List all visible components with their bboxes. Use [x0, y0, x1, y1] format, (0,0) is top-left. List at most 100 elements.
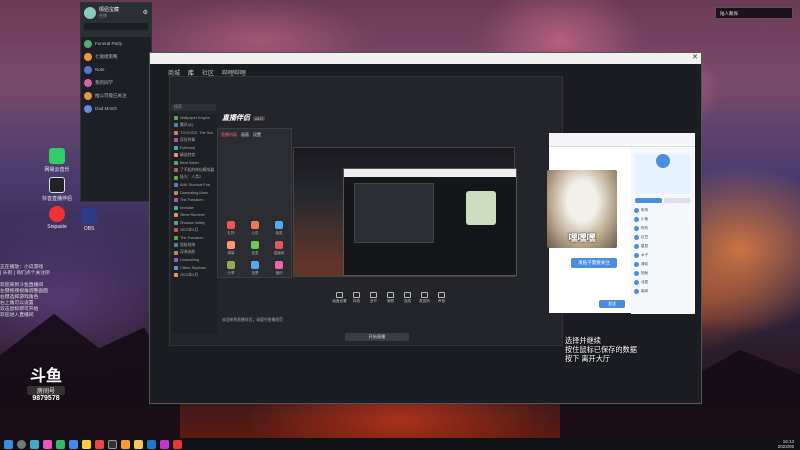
list-item[interactable]: 深海迷航: [172, 249, 217, 257]
tool-button[interactable]: 投票: [246, 261, 264, 279]
tool-button[interactable]: 直播间: [270, 241, 288, 259]
list-item[interactable]: 阿布: [631, 224, 695, 233]
game-icon: [174, 160, 178, 165]
list-item[interactable]: AIM: Survival Fort: [172, 182, 217, 190]
list-item[interactable]: 红豆: [631, 233, 695, 242]
list-item[interactable]: 木子: [631, 251, 695, 260]
list-item[interactable]: Invisible: [172, 204, 217, 212]
list-item[interactable]: 知秋: [631, 269, 695, 278]
desktop-icon-snipaste[interactable]: Snipaste: [40, 206, 74, 230]
list-item-label: AIM: Survival Fort: [180, 183, 211, 188]
tool-label: 直播间: [273, 251, 285, 255]
control-button[interactable]: 美颜: [382, 292, 399, 304]
list-item[interactable]: 推公可能已关注: [81, 89, 151, 102]
list-item-label: 星辰: [641, 244, 649, 248]
overlay-line: 按下 离开大厅: [565, 354, 611, 363]
list-item[interactable]: 腾讯QQ: [172, 122, 217, 130]
tab-live-content[interactable]: 直播内容: [221, 132, 237, 138]
list-item[interactable]: TCHOICE: The Sco: [172, 129, 217, 137]
tool-button[interactable]: 抽奖: [270, 221, 288, 239]
control-button[interactable]: 声音: [433, 292, 450, 304]
taskbar-app-icon[interactable]: [95, 439, 104, 449]
qq-search[interactable]: [84, 23, 148, 30]
taskbar-app-icon[interactable]: [30, 439, 39, 449]
tool-button[interactable]: 公告: [246, 221, 264, 239]
window-titlebar[interactable]: ✕: [150, 53, 701, 64]
taskbar-app-icon[interactable]: [82, 439, 91, 449]
list-item[interactable]: Unravelling: [172, 257, 217, 265]
taskbar-app-icon[interactable]: [147, 439, 156, 449]
list-item[interactable]: 2023年5月: [172, 227, 217, 235]
list-item[interactable]: 北辰: [631, 278, 695, 287]
taskbar-app-icon[interactable]: [43, 439, 52, 449]
taskbar-clock[interactable]: 16:13 2023/05: [778, 439, 794, 449]
tab-settings[interactable]: 设置: [253, 132, 261, 138]
control-button[interactable]: 特效: [348, 292, 365, 304]
close-icon[interactable]: ✕: [692, 53, 701, 61]
list-item[interactable]: 听风: [631, 206, 695, 215]
tool-button[interactable]: 连麦: [246, 241, 264, 259]
taskbar-app-icon[interactable]: [69, 439, 78, 449]
list-item[interactable]: Funeral Party: [81, 37, 151, 50]
library-search-input[interactable]: 搜索: [172, 104, 216, 111]
tool-button[interactable]: 分享: [222, 261, 240, 279]
control-label: 声音: [437, 299, 446, 303]
list-item[interactable]: 小鱼: [631, 215, 695, 224]
list-item[interactable]: The Forsaken: [172, 234, 217, 242]
desktop-icon-netease[interactable]: 网易云音乐: [40, 148, 74, 173]
list-item[interactable]: 诡秘地海: [172, 242, 217, 250]
list-item[interactable]: 了不起的修仙模拟器: [172, 167, 217, 175]
game-icon: [174, 250, 178, 255]
list-item[interactable]: 极光：人类2: [172, 174, 217, 182]
list-item[interactable]: Cities: Skylines: [172, 264, 217, 272]
list-item[interactable]: 清欢: [631, 260, 695, 269]
control-button[interactable]: 画面设置: [331, 292, 348, 304]
list-item[interactable]: Note: [81, 63, 151, 76]
list-item[interactable]: 七滋组策略: [81, 50, 151, 63]
chat-action-button[interactable]: [635, 198, 662, 203]
list-item[interactable]: 南风: [631, 287, 695, 296]
list-item[interactable]: 星辰: [631, 242, 695, 251]
taskbar-app-icon[interactable]: [160, 439, 169, 449]
list-item[interactable]: 2023年5月: [172, 272, 217, 280]
taskbar-app-icon[interactable]: [134, 439, 143, 449]
list-item[interactable]: Dad Month: [81, 102, 151, 115]
control-button[interactable]: 麦克风: [416, 292, 433, 304]
desktop-icons: 网易云音乐 抖音直播伴侣 Snipaste: [40, 148, 74, 230]
taskbar-app-icon[interactable]: [108, 439, 117, 449]
windows-start-icon[interactable]: [4, 439, 13, 449]
list-item[interactable]: 我的同学: [81, 76, 151, 89]
list-item[interactable]: The Forsaken: [172, 197, 217, 205]
list-item[interactable]: Shadow Valley: [172, 219, 217, 227]
tab-scene[interactable]: 画面: [241, 132, 249, 138]
send-button[interactable]: 发送: [599, 300, 625, 308]
search-icon[interactable]: [17, 439, 26, 449]
desktop-icon-obs[interactable]: OBS: [72, 208, 106, 232]
list-item-label: Evilnessl: [180, 145, 195, 150]
tool-button[interactable]: 弹幕: [222, 241, 240, 259]
avatar[interactable]: [84, 6, 96, 19]
tool-icon: [251, 261, 259, 269]
control-button[interactable]: 多开: [365, 292, 382, 304]
list-item[interactable]: Damnating Mars: [172, 189, 217, 197]
tool-button[interactable]: 礼物: [222, 221, 240, 239]
list-item-label: 2023年5月: [180, 227, 199, 232]
tool-button[interactable]: 福利: [270, 261, 288, 279]
list-item[interactable]: Wallpaper Engine: [172, 114, 217, 122]
top-right-badge[interactable]: 陆人聚探: [715, 7, 793, 19]
taskbar-app-icon[interactable]: [56, 439, 65, 449]
follow-button[interactable]: 发贴子需要关注: [571, 258, 617, 268]
start-live-button[interactable]: 开始直播: [345, 333, 409, 341]
list-item[interactable]: Slime Rancher: [172, 212, 217, 220]
list-item[interactable]: Evilnessl: [172, 144, 217, 152]
list-item[interactable]: 异形终章: [172, 137, 217, 145]
chat-action-button[interactable]: [664, 198, 691, 203]
avatar: [634, 235, 639, 240]
list-item[interactable]: Beat Saber: [172, 159, 217, 167]
taskbar-app-icon[interactable]: [173, 439, 182, 449]
desktop-icon-douyin[interactable]: 抖音直播伴侣: [40, 177, 74, 202]
gear-icon[interactable]: ⚙: [143, 9, 148, 16]
control-button[interactable]: 连线: [399, 292, 416, 304]
list-item[interactable]: 精选特卖: [172, 152, 217, 160]
taskbar-app-icon[interactable]: [121, 439, 130, 449]
